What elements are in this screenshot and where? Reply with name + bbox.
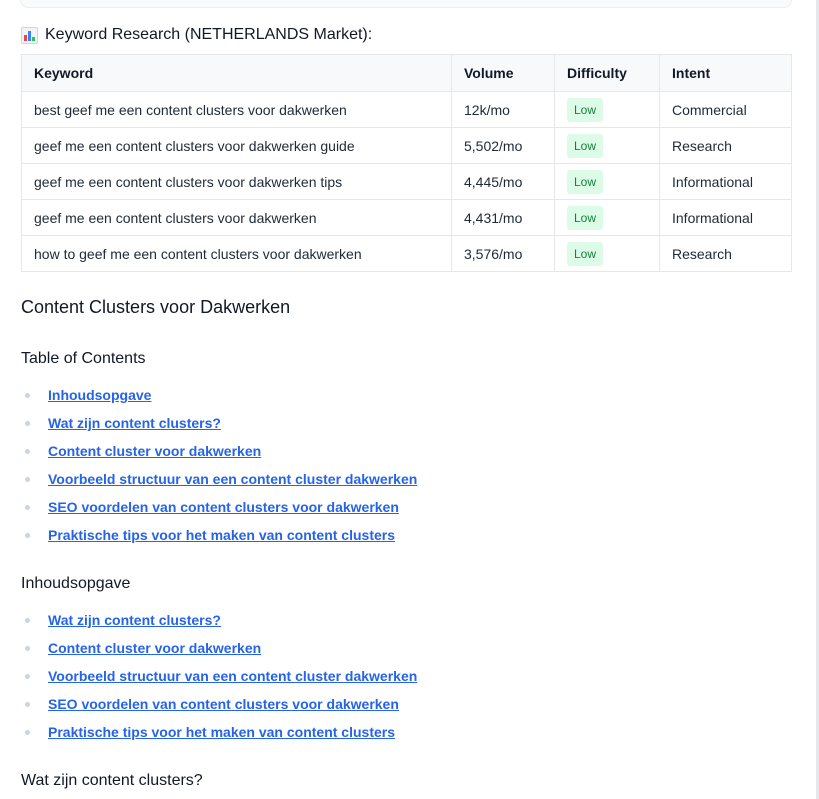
bar-chart-icon	[21, 26, 38, 44]
list-item: Praktische tips voor het maken van conte…	[21, 718, 417, 746]
difficulty-cell: Low	[554, 91, 660, 128]
table-row: geef me een content clusters voor dakwer…	[21, 199, 792, 236]
keyword-cell: best geef me een content clusters voor d…	[21, 91, 452, 128]
table-row: geef me een content clusters voor dakwer…	[21, 163, 792, 200]
volume-cell: 4,431/mo	[451, 199, 555, 236]
list-item: Wat zijn content clusters?	[21, 606, 417, 634]
bullet-icon	[25, 504, 30, 510]
intent-cell: Commercial	[659, 91, 792, 128]
toc-link-voorbeeld[interactable]: Voorbeeld structuur van een content clus…	[48, 471, 417, 487]
list-item: Voorbeeld structuur van een content clus…	[21, 465, 417, 493]
volume-cell: 4,445/mo	[451, 163, 555, 200]
column-header-volume: Volume	[451, 54, 555, 92]
difficulty-cell: Low	[554, 163, 660, 200]
inhoud-list: Wat zijn content clusters? Content clust…	[21, 606, 417, 746]
keyword-research-heading: Keyword Research (NETHERLANDS Market):	[21, 24, 372, 46]
intent-cell: Research	[659, 127, 792, 164]
bullet-icon	[25, 617, 30, 623]
bullet-icon	[25, 532, 30, 538]
bullet-icon	[25, 476, 30, 482]
inhoud-link-voorbeeld[interactable]: Voorbeeld structuur van een content clus…	[48, 668, 417, 684]
difficulty-badge: Low	[567, 169, 604, 194]
list-item: Voorbeeld structuur van een content clus…	[21, 662, 417, 690]
volume-cell: 3,576/mo	[451, 235, 555, 272]
difficulty-badge: Low	[567, 97, 604, 122]
toc-link-inhoudsopgave[interactable]: Inhoudsopgave	[48, 387, 151, 403]
previous-card	[20, 0, 792, 8]
intent-cell: Research	[659, 235, 792, 272]
inhoud-heading: Inhoudsopgave	[21, 575, 131, 592]
article-title: Content Clusters voor Dakwerken	[21, 297, 291, 317]
inhoud-link-wat-zijn[interactable]: Wat zijn content clusters?	[48, 612, 221, 628]
difficulty-badge: Low	[567, 133, 604, 158]
keyword-cell: geef me een content clusters voor dakwer…	[21, 127, 452, 164]
keyword-research-title: Keyword Research (NETHERLANDS Market):	[45, 26, 373, 43]
section-heading-wat-zijn: Wat zijn content clusters?	[21, 772, 203, 789]
bullet-icon	[25, 729, 30, 735]
difficulty-badge: Low	[567, 205, 604, 230]
difficulty-cell: Low	[554, 127, 660, 164]
keyword-cell: geef me een content clusters voor dakwer…	[21, 199, 452, 236]
volume-cell: 12k/mo	[451, 91, 555, 128]
bullet-icon	[25, 701, 30, 707]
bullet-icon	[25, 448, 30, 454]
difficulty-badge: Low	[567, 241, 604, 266]
table-header-row: Keyword Volume Difficulty Intent	[21, 54, 792, 92]
bullet-icon	[25, 392, 30, 398]
list-item: Content cluster voor dakwerken	[21, 634, 417, 662]
table-row: how to geef me een content clusters voor…	[21, 235, 792, 272]
toc-heading: Table of Contents	[21, 350, 146, 367]
list-item: Inhoudsopgave	[21, 381, 417, 409]
column-header-intent: Intent	[659, 54, 792, 92]
table-row: geef me een content clusters voor dakwer…	[21, 127, 792, 164]
bullet-icon	[25, 673, 30, 679]
intent-cell: Informational	[659, 163, 792, 200]
toc-link-content-cluster[interactable]: Content cluster voor dakwerken	[48, 443, 261, 459]
inhoud-link-seo[interactable]: SEO voordelen van content clusters voor …	[48, 696, 399, 712]
column-header-difficulty: Difficulty	[554, 54, 660, 92]
bullet-icon	[25, 420, 30, 426]
list-item: Content cluster voor dakwerken	[21, 437, 417, 465]
bullet-icon	[25, 645, 30, 651]
column-header-keyword: Keyword	[21, 54, 452, 92]
table-row: best geef me een content clusters voor d…	[21, 91, 792, 128]
toc-list: Inhoudsopgave Wat zijn content clusters?…	[21, 381, 417, 549]
list-item: Praktische tips voor het maken van conte…	[21, 521, 417, 549]
keyword-cell: geef me een content clusters voor dakwer…	[21, 163, 452, 200]
inhoud-link-praktische[interactable]: Praktische tips voor het maken van conte…	[48, 724, 395, 740]
keyword-cell: how to geef me een content clusters voor…	[21, 235, 452, 272]
intent-cell: Informational	[659, 199, 792, 236]
volume-cell: 5,502/mo	[451, 127, 555, 164]
list-item: SEO voordelen van content clusters voor …	[21, 690, 417, 718]
difficulty-cell: Low	[554, 199, 660, 236]
toc-link-wat-zijn[interactable]: Wat zijn content clusters?	[48, 415, 221, 431]
toc-link-praktische[interactable]: Praktische tips voor het maken van conte…	[48, 527, 395, 543]
difficulty-cell: Low	[554, 235, 660, 272]
inhoud-link-content-cluster[interactable]: Content cluster voor dakwerken	[48, 640, 261, 656]
toc-link-seo[interactable]: SEO voordelen van content clusters voor …	[48, 499, 399, 515]
keyword-table: Keyword Volume Difficulty Intent best ge…	[21, 54, 792, 272]
list-item: Wat zijn content clusters?	[21, 409, 417, 437]
list-item: SEO voordelen van content clusters voor …	[21, 493, 417, 521]
